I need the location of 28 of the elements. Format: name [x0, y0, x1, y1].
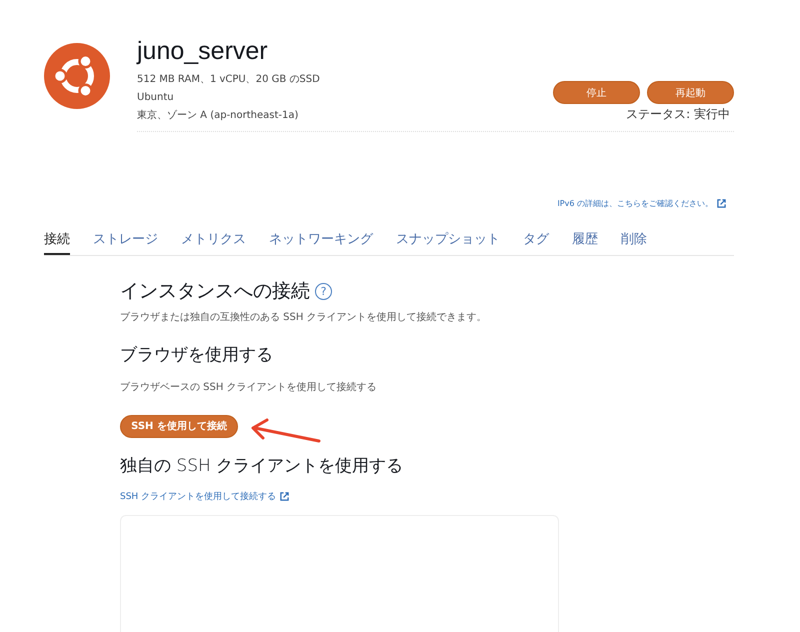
- ubuntu-logo-icon: [44, 43, 110, 109]
- instance-detail: 東京、ゾーン A (ap-northeast-1a): [137, 108, 300, 123]
- tab[interactable]: 接続: [44, 224, 70, 255]
- instance-status: ステータス: 実行中: [626, 106, 730, 123]
- help-icon[interactable]: ?: [315, 282, 332, 300]
- subsection-description: ブラウザベースの SSH クライアントを使用して接続する: [120, 380, 378, 394]
- instance-detail: 512 MB RAM、1 vCPU、20 GB のSSD: [137, 73, 321, 87]
- section-description: ブラウザまたは独自の互換性のある SSH クライアントを使用して接続できます。: [120, 310, 488, 324]
- annotation-arrow: [249, 418, 321, 444]
- tab[interactable]: ストレージ: [93, 224, 158, 255]
- external-link-icon: [717, 199, 726, 208]
- action-button[interactable]: 停止: [553, 81, 640, 104]
- instance-detail: Ubuntu: [137, 91, 175, 105]
- external-link-icon: [280, 492, 290, 501]
- tab[interactable]: ネットワーキング: [269, 224, 373, 255]
- instance-name: juno_server: [137, 36, 269, 67]
- ssh-client-link[interactable]: SSH クライアントを使用して接続する: [120, 490, 290, 503]
- ipv6-link[interactable]: IPv6 の詳細は、こちらをご確認ください。: [557, 198, 726, 209]
- action-button[interactable]: 再起動: [647, 81, 734, 104]
- tab[interactable]: メトリクス: [181, 224, 246, 255]
- subsection-title: 独自の SSH クライアントを使用する: [120, 455, 404, 477]
- tab[interactable]: 履歴: [572, 224, 598, 255]
- tab[interactable]: タグ: [523, 224, 549, 255]
- section-title: インスタンスへの接続: [120, 279, 310, 304]
- connect-ssh-button[interactable]: SSH を使用して接続: [120, 414, 238, 438]
- tab[interactable]: スナップショット: [396, 224, 500, 255]
- tab[interactable]: 削除: [621, 224, 647, 255]
- subsection-title: ブラウザを使用する: [120, 344, 274, 366]
